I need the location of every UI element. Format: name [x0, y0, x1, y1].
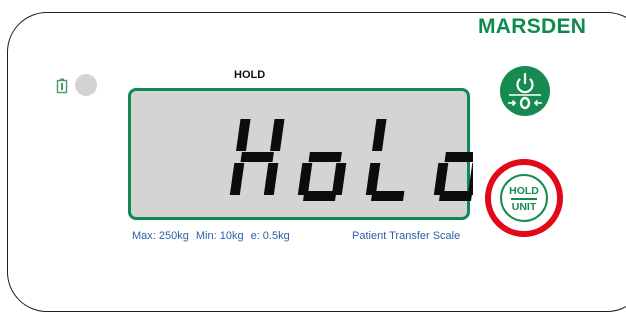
lcd-segment-c — [331, 163, 347, 195]
zero-icon — [508, 96, 542, 110]
lcd-segment-c — [263, 163, 279, 195]
lcd-segment-g — [240, 152, 274, 162]
scale-type-label: Patient Transfer Scale — [352, 230, 461, 242]
lcd-segment-c — [467, 163, 473, 195]
power-zero-button[interactable] — [500, 66, 550, 116]
hold-unit-top-label: HOLD — [509, 185, 539, 197]
lcd-segment-e — [297, 163, 313, 195]
lcd-reading — [229, 119, 473, 201]
min-capacity: Min: 10kg — [195, 230, 244, 242]
hold-indicator-label: HOLD — [234, 69, 266, 81]
hold-unit-bottom-label: UNIT — [511, 201, 537, 213]
brand-logo: MARSDEN — [478, 15, 587, 38]
status-led — [75, 74, 97, 96]
lcd-segment-f — [236, 119, 251, 151]
hold-unit-button[interactable]: HOLD UNIT — [500, 174, 548, 222]
division: e: 0.5kg — [250, 230, 290, 242]
lcd-segment-f — [372, 119, 387, 151]
lcd-segment-e — [365, 163, 381, 195]
lcd-segment-g — [308, 152, 342, 162]
lcd-segment-b — [270, 119, 285, 151]
battery-icon — [56, 78, 68, 94]
capacity-specs: Max: 250kg Min: 10kg e: 0.5kg — [132, 230, 297, 242]
lcd-segment-g — [444, 152, 473, 162]
power-icon — [516, 72, 534, 94]
max-capacity: Max: 250kg — [132, 230, 189, 242]
lcd-segment-e — [229, 163, 245, 195]
hold-unit-divider — [511, 198, 537, 200]
lcd-display — [128, 88, 473, 220]
lcd-segment-e — [433, 163, 449, 195]
